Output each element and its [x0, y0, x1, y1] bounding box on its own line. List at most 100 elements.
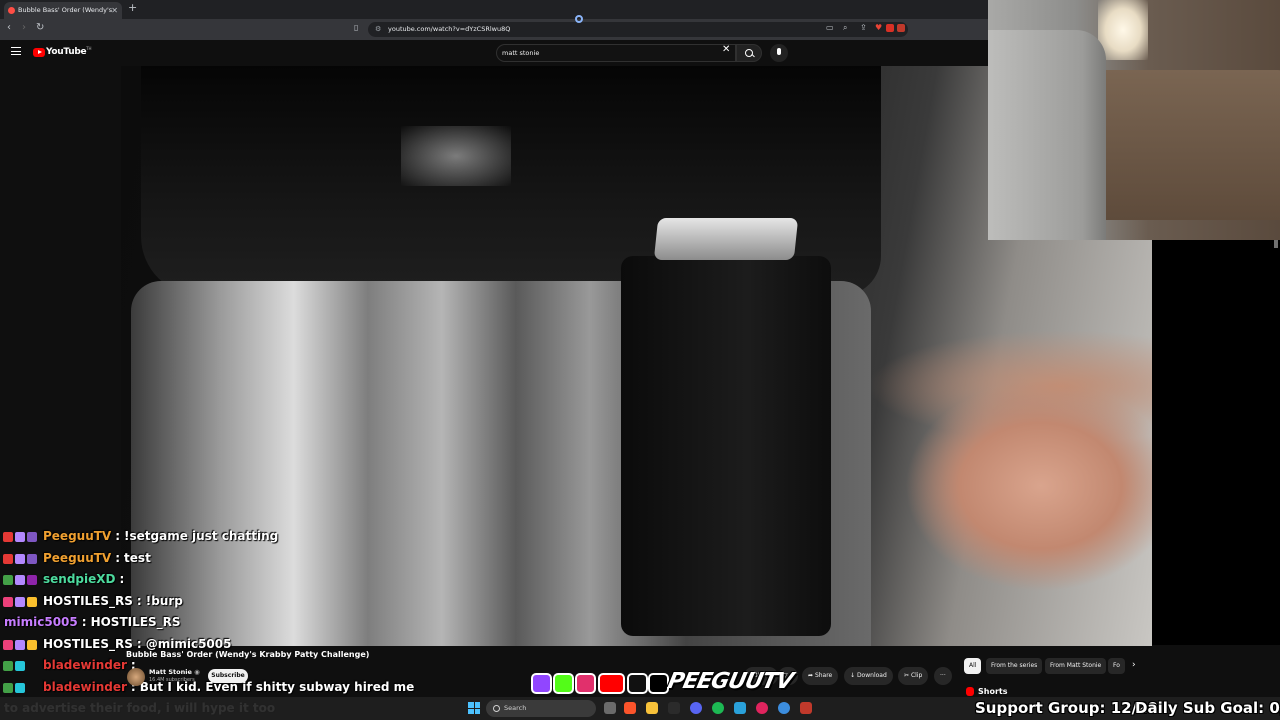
chat-separator: :	[136, 636, 142, 651]
site-info-icon[interactable]: ⚙	[375, 22, 381, 37]
chat-badges	[3, 532, 41, 542]
chat-text: !setgame just chatting	[124, 529, 279, 543]
youtube-header: YouTubeTH matt stonie ✕	[0, 40, 988, 66]
video-frame-glint	[401, 126, 511, 186]
share-button[interactable]: ➦ Share	[802, 667, 839, 685]
verified-icon: ◉	[194, 668, 200, 676]
chat-badge-icon	[3, 532, 13, 542]
chat-username: PeeguuTV	[43, 529, 112, 543]
chat-separator: :	[115, 550, 121, 565]
support-group-counter: Support Group: 12/20	[975, 699, 1158, 717]
share-icon: ➦	[808, 672, 815, 679]
obs-icon[interactable]	[668, 702, 680, 714]
chat-text: @mimic5005	[145, 636, 232, 651]
forward-icon[interactable]: ›	[22, 22, 26, 33]
chat-badges	[3, 575, 41, 585]
scrollbar-thumb[interactable]	[1274, 240, 1278, 248]
chip-fo[interactable]: Fo	[1108, 658, 1125, 674]
download-icon: ↓	[850, 672, 857, 679]
webcam-overlay	[988, 0, 1280, 240]
tab-title: Bubble Bass' Order (Wendy's	[18, 6, 113, 14]
app-icon-3[interactable]	[800, 702, 812, 714]
chat-badge-icon	[27, 596, 37, 607]
chat-badges	[3, 553, 41, 564]
chip-from-the-series[interactable]: From the series	[986, 658, 1043, 674]
chat-username: PeeguuTV	[43, 550, 112, 565]
chat-badge-icon	[15, 596, 25, 607]
chip-all[interactable]: All	[964, 658, 982, 674]
extension-icon[interactable]: ♥	[875, 23, 882, 32]
chat-username: mimic5005	[4, 615, 78, 629]
search-button[interactable]	[736, 44, 762, 62]
chat-separator: :	[115, 529, 121, 543]
file-explorer-icon[interactable]	[646, 702, 658, 714]
chat-badge-icon	[3, 682, 13, 693]
reload-icon[interactable]: ↻	[36, 22, 44, 33]
chat-separator: :	[81, 615, 87, 629]
chat-text: !burp	[145, 593, 183, 608]
sub-goal-counter: Daily Sub Goal: 0/66	[1135, 699, 1280, 717]
chat-badge-icon	[27, 553, 37, 564]
chat-message: mimic5005: HOSTILES_RS	[0, 612, 360, 634]
download-button[interactable]: ↓ Download	[844, 667, 893, 685]
youtube-logo-text[interactable]: YouTubeTH	[46, 46, 91, 57]
screen: Bubble Bass' Order (Wendy's ✕ + ‹ › ↻ ▯ …	[0, 0, 1280, 720]
more-actions-button[interactable]: ···	[934, 667, 952, 685]
subscribe-button[interactable]: Subscribe	[208, 669, 248, 683]
chat-badges	[3, 682, 41, 693]
channel-avatar[interactable]	[127, 668, 145, 686]
clip-button[interactable]: ✂ Clip	[898, 667, 929, 685]
scissors-icon: ✂	[904, 672, 911, 679]
clear-search-icon[interactable]: ✕	[722, 44, 730, 55]
url-text: youtube.com/watch?v=dYzCSRlwu8Q	[388, 25, 511, 33]
voice-search-icon[interactable]	[770, 44, 788, 62]
chip-from-matt-stonie[interactable]: From Matt Stonie	[1045, 658, 1107, 674]
app-icon[interactable]	[734, 702, 746, 714]
youtube-icon	[598, 673, 625, 694]
channel-name[interactable]: Matt Stonie ◉	[149, 668, 200, 676]
discord-icon[interactable]	[690, 702, 702, 714]
address-bar-row: ‹ › ↻ ▯ ⚙ youtube.com/watch?v=dYzCSRlwu8…	[0, 19, 988, 40]
chat-badge-icon	[3, 639, 13, 650]
chat-message: HOSTILES_RS: !burp	[0, 591, 360, 613]
video-frame-handle-cap	[653, 218, 799, 260]
chat-text: HOSTILES_RS	[90, 615, 181, 629]
brand-logo: PEEGUUTV	[665, 669, 795, 694]
new-tab-icon[interactable]: +	[128, 1, 137, 14]
chat-message: sendpieXD:	[0, 569, 360, 591]
chat-message: PeeguuTV: test	[0, 548, 360, 570]
brave-icon[interactable]	[624, 702, 636, 714]
chat-badge-icon	[15, 639, 25, 650]
chat-badge-icon	[15, 553, 25, 564]
browser-tab[interactable]: Bubble Bass' Order (Wendy's ✕	[4, 2, 122, 19]
chat-badges	[3, 639, 41, 650]
spotify-icon[interactable]	[712, 702, 724, 714]
share-page-icon[interactable]: ⇪	[860, 23, 867, 32]
brave-rewards-icon[interactable]	[897, 24, 905, 32]
app-icon-2[interactable]	[756, 702, 768, 714]
youtube-favicon-icon	[8, 7, 15, 14]
brave-shield-icon[interactable]	[886, 24, 894, 32]
bookmark-icon[interactable]: ▯	[354, 23, 358, 32]
youtube-logo-icon[interactable]	[33, 48, 45, 57]
chat-text: test	[124, 550, 151, 565]
menu-icon[interactable]	[11, 47, 21, 55]
kick-icon	[553, 673, 574, 694]
taskbar-search[interactable]: Search	[486, 700, 596, 717]
task-view-icon[interactable]	[604, 702, 616, 714]
zoom-icon[interactable]: ⌕	[843, 23, 847, 33]
back-icon[interactable]: ‹	[7, 22, 11, 33]
close-tab-icon[interactable]: ✕	[111, 2, 118, 19]
chips-next-icon[interactable]: ›	[1132, 660, 1136, 670]
instagram-icon	[575, 673, 596, 694]
search-input[interactable]: matt stonie	[496, 44, 736, 62]
chrome-icon[interactable]	[778, 702, 790, 714]
chat-badge-icon	[3, 661, 13, 671]
start-icon[interactable]	[468, 702, 480, 714]
cast-icon[interactable]: ▭	[826, 23, 834, 32]
chat-username: bladewinder	[43, 679, 127, 694]
chat-username: HOSTILES_RS	[43, 593, 133, 608]
chat-badge-icon	[3, 575, 13, 585]
chat-badge-icon	[27, 639, 37, 650]
browser-tab-bar: Bubble Bass' Order (Wendy's ✕ +	[0, 0, 988, 19]
